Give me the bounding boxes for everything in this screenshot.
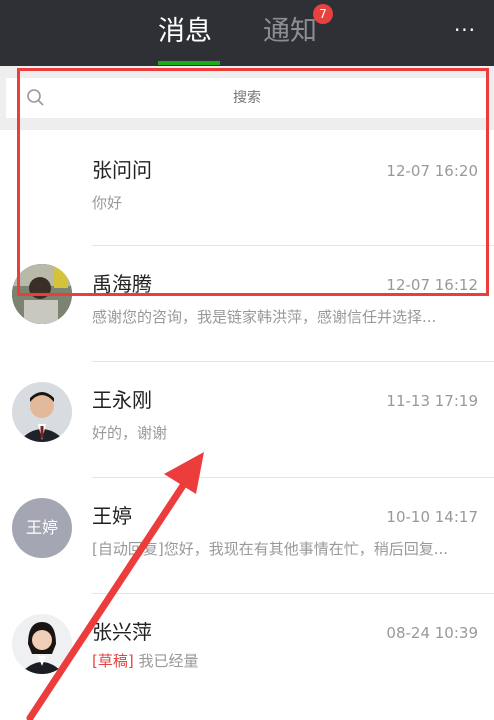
conversation-item[interactable]: 王永刚 11-13 17:19 好的，谢谢 <box>0 362 494 478</box>
conversation-item[interactable]: 张问问 12-07 16:20 你好 <box>0 130 494 246</box>
contact-name: 王永刚 <box>92 388 152 412</box>
tab-messages[interactable]: 消息 <box>158 14 212 50</box>
top-bar: 消息 通知 7 ··· <box>0 0 494 66</box>
tab-notifications[interactable]: 通知 <box>263 14 317 50</box>
conversation-item[interactable]: 王婷 王婷 10-10 14:17 [自动回复]您好，我现在有其他事情在忙，稍后… <box>0 478 494 594</box>
contact-name: 禹海腾 <box>92 272 152 296</box>
avatar-initials: 王婷 <box>25 518 58 537</box>
avatar <box>12 614 72 674</box>
message-preview: 感谢您的咨询，我是链家韩洪萍，感谢信任并选择... <box>92 308 437 326</box>
search-input[interactable]: 搜索 <box>6 78 488 118</box>
avatar <box>12 264 72 324</box>
message-preview: 你好 <box>92 194 123 212</box>
conversation-item[interactable]: 禹海腾 12-07 16:12 感谢您的咨询，我是链家韩洪萍，感谢信任并选择..… <box>0 246 494 362</box>
message-preview: [草稿] 我已经量 <box>92 650 472 672</box>
draft-tag: [草稿] <box>92 652 134 670</box>
avatar-photo-icon <box>12 264 72 324</box>
avatar <box>12 382 72 442</box>
message-time: 12-07 16:20 <box>386 162 478 180</box>
avatar-photo-icon <box>12 614 72 674</box>
avatar: 王婷 <box>12 498 72 558</box>
message-time: 11-13 17:19 <box>386 392 478 410</box>
contact-name: 王婷 <box>92 504 132 528</box>
draft-text: 我已经量 <box>138 652 199 670</box>
message-preview: [自动回复]您好，我现在有其他事情在忙，稍后回复... <box>92 540 449 558</box>
search-bar: 搜索 <box>0 66 494 130</box>
contact-name: 张兴萍 <box>92 620 152 644</box>
message-time: 12-07 16:12 <box>386 276 478 294</box>
avatar-photo-icon <box>12 382 72 442</box>
more-icon[interactable]: ··· <box>452 18 478 42</box>
notification-badge: 7 <box>313 4 333 24</box>
message-preview: 好的，谢谢 <box>92 424 168 442</box>
message-time: 08-24 10:39 <box>386 624 478 642</box>
search-placeholder: 搜索 <box>233 90 261 106</box>
active-tab-indicator <box>158 61 220 65</box>
contact-name: 张问问 <box>92 158 152 182</box>
conversation-item[interactable]: 张兴萍 08-24 10:39 [草稿] 我已经量 <box>0 594 494 710</box>
message-time: 10-10 14:17 <box>386 508 478 526</box>
